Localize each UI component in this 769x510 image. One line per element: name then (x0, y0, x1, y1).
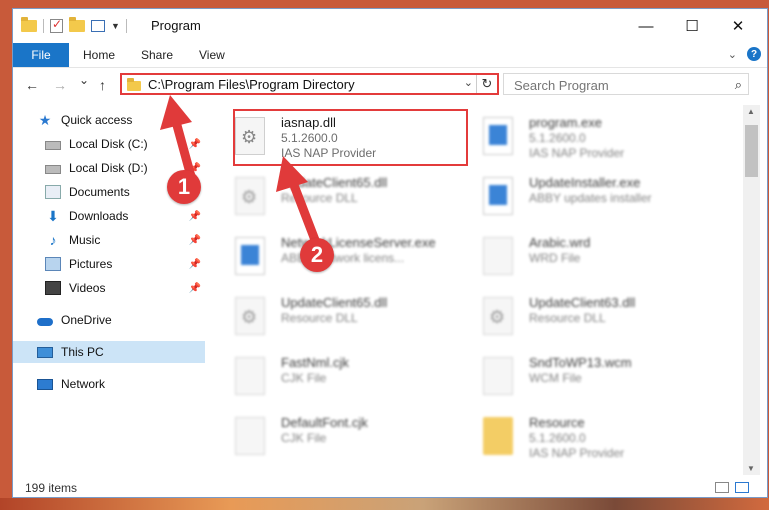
annotation-arrows (160, 95, 320, 245)
annotation-marker-1: 1 (167, 170, 201, 204)
arrow-2 (276, 156, 320, 245)
arrow-1 (160, 95, 197, 185)
annotation-marker-2: 2 (300, 238, 334, 272)
